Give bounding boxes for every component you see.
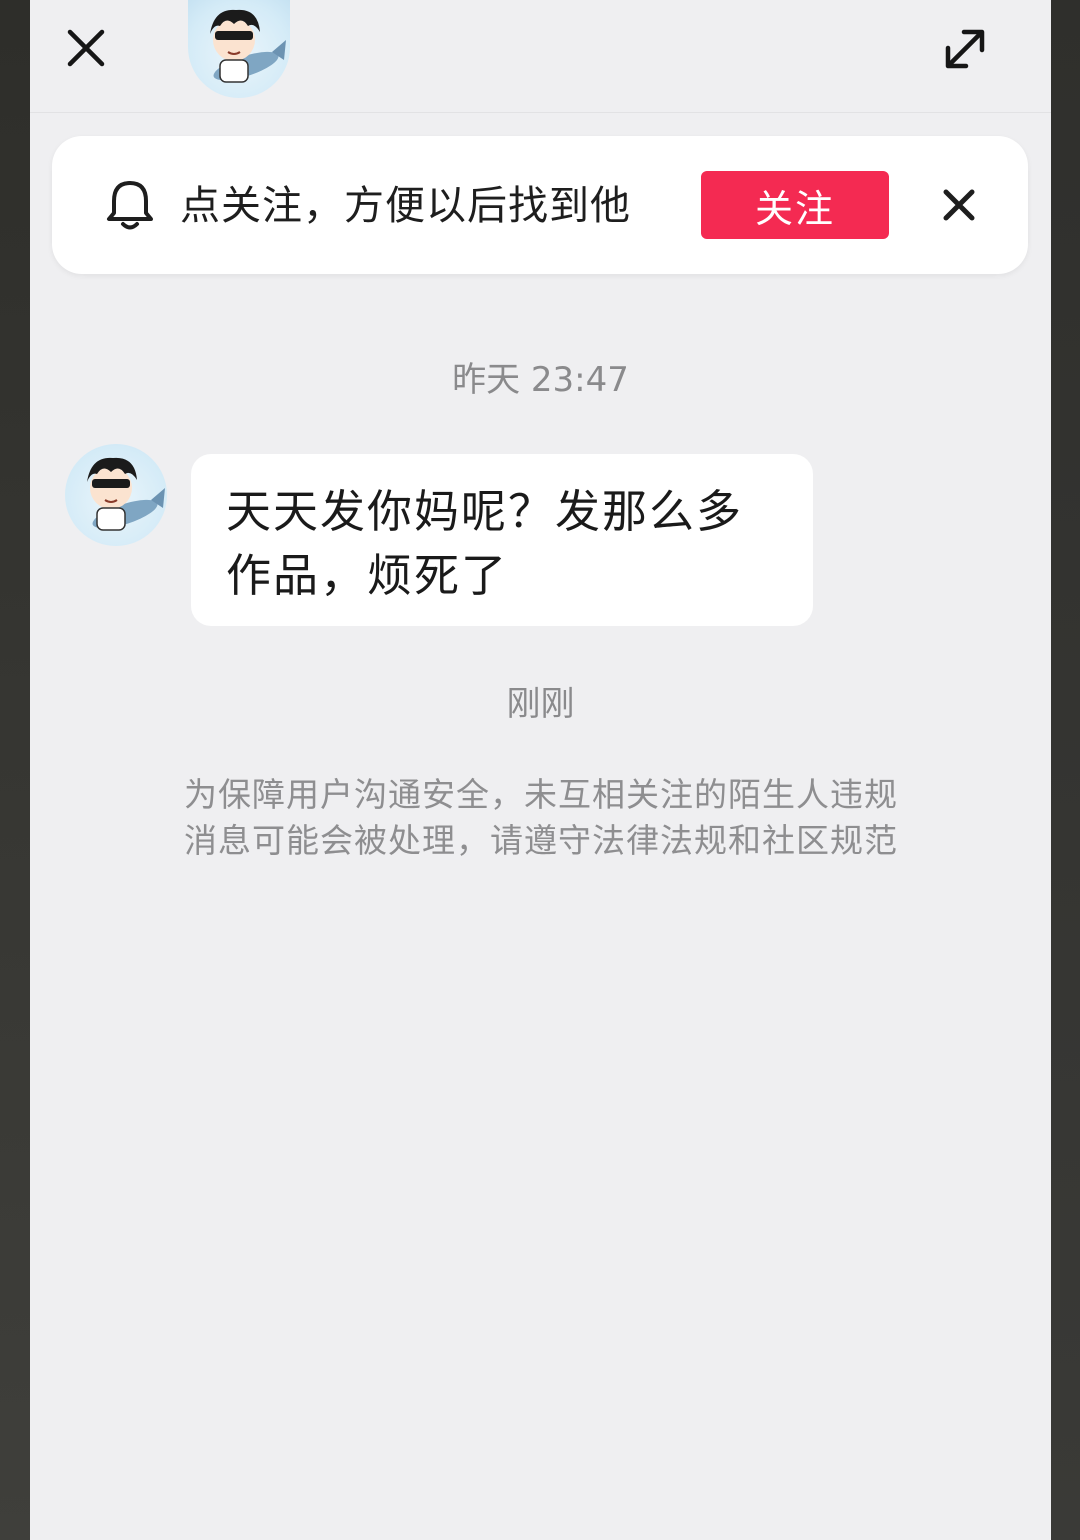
bell-icon bbox=[100, 174, 160, 236]
avatar[interactable] bbox=[188, 0, 290, 98]
dismiss-prompt-icon[interactable] bbox=[932, 178, 986, 232]
safety-notice: 为保障用户沟通安全，未互相关注的陌生人违规消息可能会被处理，请遵守法律法规和社区… bbox=[184, 775, 898, 860]
follow-prompt-card: 点关注，方便以后找到他 关注 bbox=[52, 136, 1028, 274]
sender-avatar[interactable] bbox=[65, 444, 167, 546]
follow-button[interactable]: 关注 bbox=[701, 171, 889, 239]
background-edge-left bbox=[0, 0, 30, 1540]
follow-prompt-text: 点关注，方便以后找到他 bbox=[180, 183, 631, 229]
message-text: 天天发你妈呢？发那么多作品，烦死了 bbox=[226, 485, 744, 602]
message-timestamp: 昨天 23:47 bbox=[452, 360, 629, 400]
chat-header bbox=[30, 0, 1051, 113]
chat-sheet: 点关注，方便以后找到他 关注 昨天 23:47 天天发你妈呢？发那么多作品，烦死… bbox=[30, 0, 1051, 1540]
expand-icon[interactable] bbox=[932, 16, 998, 82]
close-icon[interactable] bbox=[58, 20, 114, 76]
message-timestamp-recent: 刚刚 bbox=[506, 684, 575, 724]
message-bubble[interactable]: 天天发你妈呢？发那么多作品，烦死了 bbox=[191, 454, 813, 626]
background-edge-right bbox=[1051, 0, 1080, 1540]
